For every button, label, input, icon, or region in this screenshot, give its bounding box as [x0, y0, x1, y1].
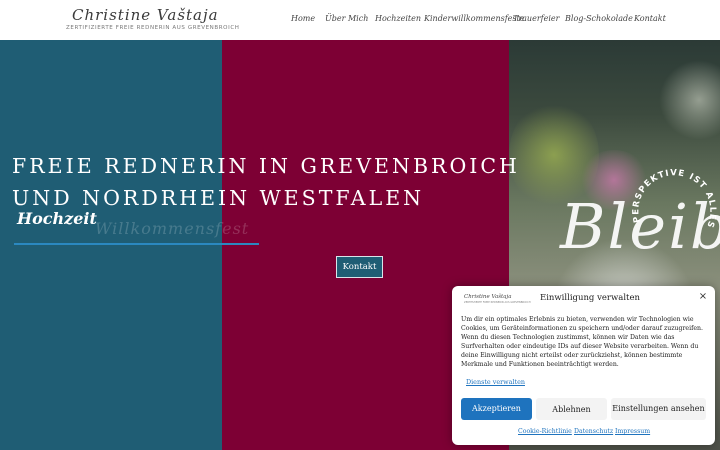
- contact-button[interactable]: Kontakt: [336, 256, 383, 278]
- view-settings-button[interactable]: Einstellungen ansehen: [611, 398, 706, 420]
- main-navigation: Home Über Mich Hochzeiten Kinderwillkomm…: [0, 14, 720, 28]
- consent-logo-subtitle: ZERTIFIZIERTE FREIE REDNERIN AUS GREVENB…: [464, 301, 531, 304]
- privacy-link[interactable]: Datenschutz: [574, 428, 613, 435]
- deny-button[interactable]: Ablehnen: [536, 398, 607, 420]
- consent-body-text: Um dir ein optimales Erlebnis zu bieten,…: [461, 316, 703, 369]
- nav-item-kinderwillkommensfeste[interactable]: Kinderwillkommensfeste: [424, 14, 524, 23]
- typed-underline: [14, 243, 259, 245]
- accept-button[interactable]: Akzeptieren: [461, 398, 532, 420]
- nav-item-kontakt[interactable]: Kontakt: [634, 14, 666, 23]
- cookie-policy-link[interactable]: Cookie-Richtlinie: [518, 428, 572, 435]
- typed-active-text: Hochzeit: [17, 209, 97, 228]
- hero-title-line1: FREIE REDNERIN IN GREVENBROICH: [12, 154, 520, 178]
- consent-logo: Christine Vaštaja ZERTIFIZIERTE FREIE RE…: [464, 294, 531, 306]
- typed-ghost-text: Willkommensfest: [95, 219, 250, 238]
- circle-text-label: PERSPEKTIVE IST ALLES: [631, 168, 716, 230]
- consent-footer-links: Cookie-Richtlinie Datenschutz Impressum: [452, 428, 715, 438]
- consent-logo-script: Christine Vaštaja: [464, 294, 512, 300]
- svg-text:PERSPEKTIVE IST ALLES: PERSPEKTIVE IST ALLES: [631, 168, 717, 230]
- consent-title: Einwilligung verwalten: [540, 293, 640, 303]
- photo-background-light: [659, 60, 720, 140]
- imprint-link[interactable]: Impressum: [615, 428, 650, 435]
- site-header: Christine Vaštaja ZERTIFIZIERTE FREIE RE…: [0, 0, 720, 40]
- nav-item-ueber-mich[interactable]: Über Mich: [325, 14, 368, 23]
- hero-title: FREIE REDNERIN IN GREVENBROICH UND NORDR…: [12, 150, 520, 214]
- nav-item-hochzeiten[interactable]: Hochzeiten: [375, 14, 421, 23]
- perspektive-circle-text: PERSPEKTIVE IST ALLES: [631, 168, 717, 230]
- manage-services-link[interactable]: Dienste verwalten: [466, 378, 525, 386]
- nav-item-trauerfeier[interactable]: Trauerfeier: [513, 14, 559, 23]
- close-icon[interactable]: ×: [696, 290, 710, 304]
- nav-item-home[interactable]: Home: [291, 14, 315, 23]
- cookie-consent-dialog: Christine Vaštaja ZERTIFIZIERTE FREIE RE…: [452, 286, 715, 445]
- nav-item-blog-schokolade[interactable]: Blog-Schokolade: [565, 14, 633, 23]
